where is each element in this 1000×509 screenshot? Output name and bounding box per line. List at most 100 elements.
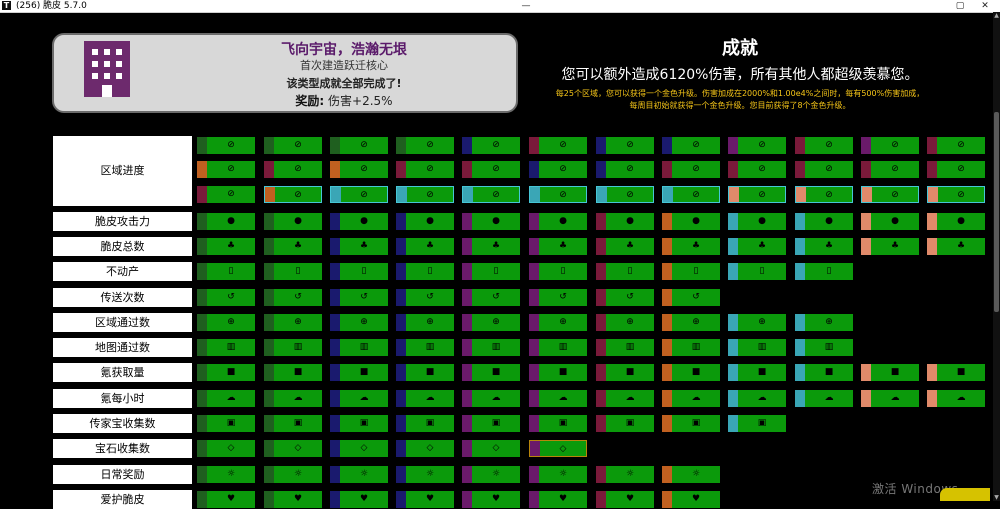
achievement-tile[interactable]: ⊘ bbox=[795, 137, 853, 154]
achievement-tile[interactable]: ◇ bbox=[396, 440, 454, 457]
achievement-tile[interactable]: ♥ bbox=[330, 491, 388, 508]
achievement-tile[interactable]: ⊘ bbox=[529, 137, 587, 154]
achievement-tile[interactable]: ■ bbox=[264, 364, 322, 381]
achievement-tile[interactable]: ⊘ bbox=[596, 137, 654, 154]
achievement-tile[interactable]: ⊘ bbox=[596, 186, 654, 203]
achievement-tile[interactable]: ⊘ bbox=[861, 186, 919, 203]
achievement-tile[interactable]: ⊘ bbox=[264, 186, 322, 203]
achievement-tile[interactable]: ☁ bbox=[596, 390, 654, 407]
achievement-tile[interactable]: ⊕ bbox=[662, 314, 720, 331]
achievement-tile[interactable]: ▣ bbox=[728, 415, 786, 432]
achievement-tile[interactable]: ▯ bbox=[330, 263, 388, 280]
scroll-down-arrow-icon[interactable]: ▼ bbox=[993, 494, 1000, 501]
achievement-tile[interactable]: ▥ bbox=[662, 339, 720, 356]
achievement-tile[interactable]: ↺ bbox=[596, 289, 654, 306]
achievement-tile[interactable]: ☁ bbox=[728, 390, 786, 407]
achievement-tile[interactable]: ☼ bbox=[529, 466, 587, 483]
achievement-tile[interactable]: ☁ bbox=[927, 390, 985, 407]
achievement-tile[interactable]: ● bbox=[662, 213, 720, 230]
achievement-tile[interactable]: ■ bbox=[662, 364, 720, 381]
achievement-tile[interactable]: ● bbox=[264, 213, 322, 230]
achievement-tile[interactable]: ⊘ bbox=[396, 161, 454, 178]
achievement-tile[interactable]: ■ bbox=[396, 364, 454, 381]
achievement-tile[interactable]: ☼ bbox=[462, 466, 520, 483]
achievement-tile[interactable]: ▣ bbox=[662, 415, 720, 432]
achievement-tile[interactable]: ♥ bbox=[396, 491, 454, 508]
achievement-tile[interactable]: ■ bbox=[330, 364, 388, 381]
achievement-tile[interactable]: ▯ bbox=[596, 263, 654, 280]
achievement-tile[interactable]: ● bbox=[197, 213, 255, 230]
achievement-tile[interactable]: ⊘ bbox=[396, 186, 454, 203]
achievement-tile[interactable]: ⊘ bbox=[662, 137, 720, 154]
achievement-tile[interactable]: ⊘ bbox=[728, 137, 786, 154]
achievement-tile[interactable]: ♣ bbox=[264, 238, 322, 255]
achievement-tile[interactable]: ☁ bbox=[197, 390, 255, 407]
achievement-tile[interactable]: ♣ bbox=[927, 238, 985, 255]
scroll-thumb[interactable] bbox=[994, 112, 999, 312]
achievement-tile[interactable]: ▯ bbox=[795, 263, 853, 280]
achievement-tile[interactable]: ■ bbox=[728, 364, 786, 381]
achievement-tile[interactable]: ⊘ bbox=[596, 161, 654, 178]
achievement-tile[interactable]: ● bbox=[330, 213, 388, 230]
achievement-tile[interactable]: ⊘ bbox=[861, 137, 919, 154]
achievement-tile[interactable]: ● bbox=[861, 213, 919, 230]
achievement-tile[interactable]: ● bbox=[462, 213, 520, 230]
achievement-tile[interactable]: ⊘ bbox=[529, 186, 587, 203]
achievement-tile[interactable]: ⊘ bbox=[529, 161, 587, 178]
achievement-tile[interactable]: ⊕ bbox=[462, 314, 520, 331]
achievement-tile[interactable]: ▣ bbox=[596, 415, 654, 432]
achievement-tile[interactable]: ↺ bbox=[197, 289, 255, 306]
achievement-tile[interactable]: ▥ bbox=[596, 339, 654, 356]
achievement-tile[interactable]: ▯ bbox=[197, 263, 255, 280]
achievement-tile[interactable]: ♥ bbox=[529, 491, 587, 508]
achievement-tile[interactable]: ⊕ bbox=[197, 314, 255, 331]
achievement-tile[interactable]: ▣ bbox=[462, 415, 520, 432]
achievement-tile[interactable]: ⊘ bbox=[728, 186, 786, 203]
achievement-tile[interactable]: ☁ bbox=[529, 390, 587, 407]
achievement-tile[interactable]: ♥ bbox=[264, 491, 322, 508]
achievement-tile[interactable]: ☼ bbox=[197, 466, 255, 483]
achievement-tile[interactable]: ⊘ bbox=[662, 186, 720, 203]
achievement-tile[interactable]: ▣ bbox=[396, 415, 454, 432]
achievement-tile[interactable]: ■ bbox=[462, 364, 520, 381]
achievement-tile[interactable]: ☼ bbox=[330, 466, 388, 483]
achievement-tile[interactable]: ☁ bbox=[795, 390, 853, 407]
achievement-tile[interactable]: ⊘ bbox=[462, 186, 520, 203]
achievement-tile[interactable]: ⊘ bbox=[264, 161, 322, 178]
achievement-tile[interactable]: ▣ bbox=[529, 415, 587, 432]
achievement-tile[interactable]: ▯ bbox=[529, 263, 587, 280]
achievement-tile[interactable]: ■ bbox=[927, 364, 985, 381]
scroll-up-arrow-icon[interactable]: ▲ bbox=[993, 12, 1000, 19]
achievement-tile[interactable]: ● bbox=[795, 213, 853, 230]
achievement-tile[interactable]: ⊘ bbox=[462, 137, 520, 154]
achievement-tile[interactable]: ♣ bbox=[795, 238, 853, 255]
achievement-tile[interactable]: ⊘ bbox=[330, 186, 388, 203]
achievement-tile[interactable]: ⊘ bbox=[927, 137, 985, 154]
achievement-tile[interactable]: ♥ bbox=[462, 491, 520, 508]
achievement-tile[interactable]: ♣ bbox=[861, 238, 919, 255]
achievement-tile[interactable]: ▯ bbox=[728, 263, 786, 280]
achievement-tile[interactable]: ■ bbox=[861, 364, 919, 381]
achievement-tile[interactable]: ♥ bbox=[662, 491, 720, 508]
achievement-tile[interactable]: ⊕ bbox=[264, 314, 322, 331]
achievement-tile[interactable]: ▯ bbox=[264, 263, 322, 280]
achievement-tile[interactable]: ● bbox=[927, 213, 985, 230]
achievement-tile[interactable]: ⊘ bbox=[396, 137, 454, 154]
achievement-tile[interactable]: ⊕ bbox=[396, 314, 454, 331]
achievement-tile[interactable]: ☼ bbox=[596, 466, 654, 483]
achievement-tile[interactable]: ⊕ bbox=[795, 314, 853, 331]
achievement-tile[interactable]: ⊘ bbox=[927, 161, 985, 178]
achievement-tile[interactable]: ↺ bbox=[264, 289, 322, 306]
achievement-tile[interactable]: ☁ bbox=[330, 390, 388, 407]
achievement-tile[interactable]: ↺ bbox=[330, 289, 388, 306]
achievement-tile[interactable]: ♣ bbox=[728, 238, 786, 255]
achievement-tile[interactable]: ▥ bbox=[330, 339, 388, 356]
achievement-tile[interactable]: ⊘ bbox=[330, 137, 388, 154]
achievement-tile[interactable]: ⊘ bbox=[662, 161, 720, 178]
achievement-tile[interactable]: ⊘ bbox=[861, 161, 919, 178]
achievement-tile[interactable]: ↺ bbox=[529, 289, 587, 306]
achievement-tile[interactable]: ♣ bbox=[462, 238, 520, 255]
achievement-tile[interactable]: ⊘ bbox=[795, 161, 853, 178]
achievement-tile[interactable]: ▥ bbox=[396, 339, 454, 356]
achievement-tile[interactable]: ☼ bbox=[264, 466, 322, 483]
